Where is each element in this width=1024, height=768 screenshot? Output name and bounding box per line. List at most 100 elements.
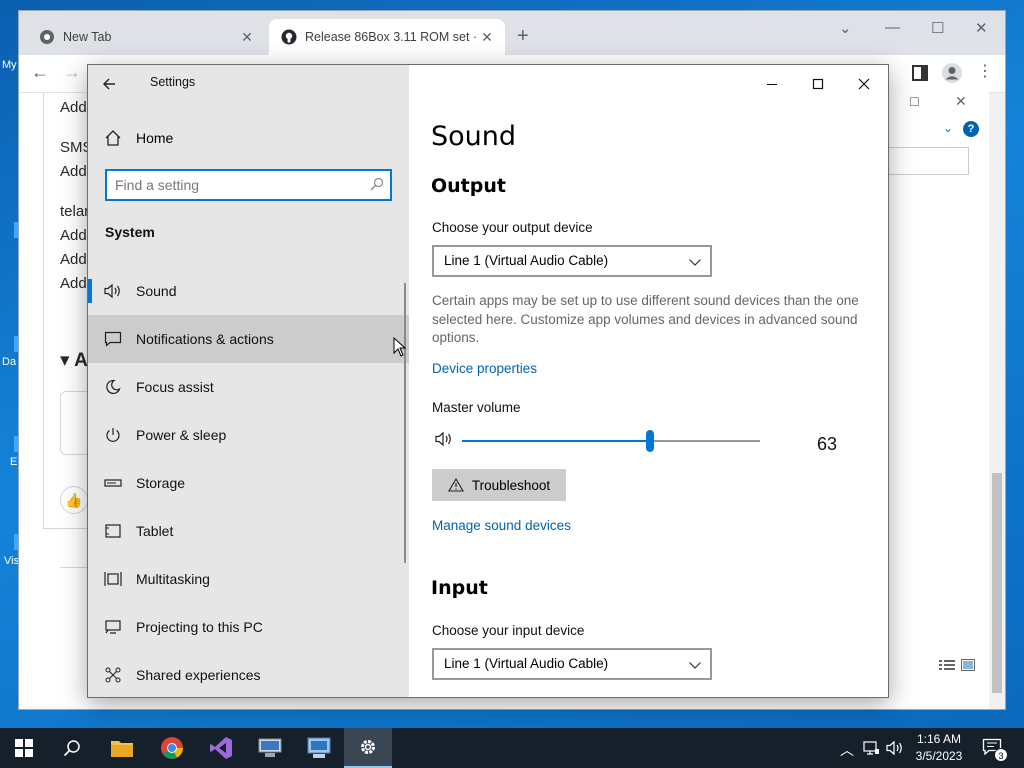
tablet-icon [105, 524, 121, 538]
page-title: Sound [431, 121, 517, 152]
device-properties-link[interactable]: Device properties [432, 361, 537, 376]
sidebar-item-label: Power & sleep [136, 427, 227, 443]
sidebar-item-tablet[interactable]: Tablet [88, 507, 409, 555]
output-device-dropdown[interactable]: Line 1 (Virtual Audio Cable) [432, 245, 712, 277]
network-computer-icon [258, 738, 282, 757]
sidebar-item-notifications[interactable]: Notifications & actions [88, 315, 409, 363]
close-tab-icon[interactable]: ✕ [239, 29, 255, 46]
maximize-button[interactable] [795, 69, 841, 99]
help-icon[interactable]: ? [963, 121, 979, 137]
output-heading: Output [431, 175, 506, 197]
taskbar-search-button[interactable] [48, 728, 96, 768]
gear-icon [361, 740, 375, 754]
forward-icon[interactable]: → [63, 63, 81, 81]
sidebar-item-label: Focus assist [136, 379, 214, 395]
input-device-value: Line 1 (Virtual Audio Cable) [444, 656, 609, 671]
master-volume-label: Master volume [432, 400, 521, 415]
close-tab-icon[interactable]: ✕ [479, 29, 495, 46]
volume-icon[interactable] [886, 740, 904, 756]
taskbar-network-app[interactable] [246, 728, 294, 768]
projecting-icon [105, 620, 121, 634]
taskbar-visual-studio[interactable] [197, 728, 245, 768]
sidebar-item-multitasking[interactable]: Multitasking [88, 555, 409, 603]
sidebar-item-label: Projecting to this PC [136, 619, 263, 635]
taskbar-settings[interactable] [344, 728, 392, 768]
menu-icon[interactable]: ⋮ [977, 63, 993, 81]
scrollbar-thumb[interactable] [992, 473, 1002, 693]
nav-scrollbar[interactable] [404, 283, 406, 563]
notification-badge: 3 [994, 748, 1008, 762]
desktop-icon-label[interactable]: Da [2, 356, 16, 368]
browser-tab-release[interactable]: Release 86Box 3.11 ROM set · 86 ✕ [269, 19, 505, 55]
maximize-icon[interactable]: ☐ [931, 19, 944, 37]
settings-search-box[interactable] [105, 169, 392, 201]
clock-date: 3/5/2023 [915, 749, 963, 763]
minimize-button[interactable] [749, 69, 795, 99]
settings-window: Settings Home System Sound Notifications… [87, 64, 889, 698]
tab-search-icon[interactable]: ⌄ [839, 19, 852, 37]
windows-icon [15, 739, 33, 757]
home-link[interactable]: Home [104, 129, 173, 147]
home-icon [105, 130, 121, 146]
desktop-icon-label[interactable]: Vis [4, 555, 19, 567]
thumbs-up-icon[interactable]: 👍 [60, 486, 88, 514]
close-button[interactable] [841, 69, 887, 99]
desktop-icon-label[interactable]: E [10, 456, 17, 468]
page-scrollbar[interactable] [989, 93, 1005, 709]
back-icon[interactable]: ← [31, 63, 49, 81]
master-volume-slider[interactable] [462, 430, 760, 452]
browser-tabstrip: New Tab ✕ Release 86Box 3.11 ROM set · 8… [19, 11, 1005, 55]
taskbar-chrome[interactable] [148, 728, 196, 768]
manage-sound-devices-link[interactable]: Manage sound devices [432, 518, 571, 533]
taskbar-file-explorer[interactable] [98, 728, 146, 768]
page-text: Add [60, 99, 87, 116]
side-panel: ☐ ✕ ⌄ ? [885, 89, 989, 679]
page-heading[interactable]: ▾ A [60, 349, 88, 372]
sidebar-item-projecting[interactable]: Projecting to this PC [88, 603, 409, 651]
taskbar-86box[interactable] [295, 728, 343, 768]
panel-close-icon[interactable]: ✕ [955, 93, 967, 110]
input-device-dropdown[interactable]: Line 1 (Virtual Audio Cable) [432, 648, 712, 680]
page-text: Add [60, 163, 87, 180]
troubleshoot-button[interactable]: Troubleshoot [432, 469, 566, 501]
sidebar-item-shared-experiences[interactable]: Shared experiences [88, 651, 409, 697]
close-icon[interactable]: ✕ [975, 19, 988, 37]
thumbnail-view-icon[interactable] [961, 659, 975, 671]
panel-maximize-icon[interactable]: ☐ [909, 95, 920, 109]
close-icon [858, 78, 870, 90]
section-header: System [105, 224, 155, 240]
slider-fill [462, 440, 650, 442]
back-button[interactable] [102, 73, 124, 95]
search-icon[interactable] [370, 177, 384, 191]
input-device-label: Choose your input device [432, 623, 585, 638]
sidebar-icon[interactable] [912, 65, 928, 81]
new-tab-button[interactable]: + [517, 26, 529, 46]
minimize-icon[interactable]: — [885, 19, 900, 36]
sidebar-item-sound[interactable]: Sound [88, 267, 409, 315]
details-view-icon[interactable] [939, 659, 955, 671]
output-description: Certain apps may be set up to use differ… [432, 293, 859, 345]
search-input[interactable] [115, 175, 360, 195]
taskbar-clock[interactable]: 1:16 AM 3/5/2023 [906, 731, 972, 765]
panel-input[interactable] [887, 147, 969, 175]
tab-title: New Tab [63, 30, 112, 44]
sidebar-item-power-sleep[interactable]: Power & sleep [88, 411, 409, 459]
sidebar-item-focus-assist[interactable]: Focus assist [88, 363, 409, 411]
chevron-down-icon [689, 662, 701, 669]
desktop-icon-label[interactable]: My [2, 59, 17, 71]
sidebar-item-storage[interactable]: Storage [88, 459, 409, 507]
profile-icon[interactable] [941, 62, 963, 84]
volume-icon[interactable] [435, 431, 455, 447]
start-button[interactable] [0, 728, 48, 768]
show-hidden-icons[interactable]: ︿ [840, 740, 854, 760]
browser-tab-new-tab[interactable]: New Tab ✕ [27, 19, 265, 55]
sidebar-item-label: Multitasking [136, 571, 210, 587]
action-center-button[interactable]: 3 [980, 736, 1008, 762]
chevron-down-icon[interactable]: ⌄ [943, 121, 953, 135]
network-icon[interactable] [862, 740, 880, 756]
search-icon [63, 740, 80, 757]
slider-thumb[interactable] [645, 430, 654, 452]
maximize-icon [812, 78, 824, 90]
github-icon [281, 29, 297, 45]
settings-content: Sound Output Choose your output device L… [409, 65, 888, 697]
